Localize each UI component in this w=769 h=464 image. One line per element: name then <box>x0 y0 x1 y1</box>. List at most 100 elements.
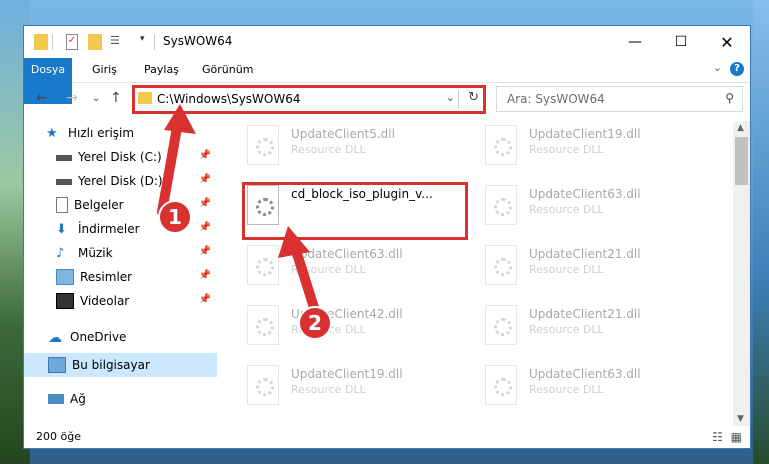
file-name: UpdateClient19.dll <box>529 127 641 141</box>
dll-file-icon <box>247 125 279 165</box>
sidebar-item-label: İndirmeler <box>78 222 140 236</box>
file-item[interactable]: UpdateClient63.dll Resource DLL <box>481 183 711 229</box>
vertical-scrollbar[interactable]: ▲ ▼ <box>733 121 750 426</box>
tab-share[interactable]: Paylaş <box>134 58 189 82</box>
drive-icon <box>56 179 72 185</box>
sidebar-item-pictures[interactable]: Resimler 📌 <box>24 265 217 289</box>
dll-file-icon <box>485 185 517 225</box>
recent-dropdown-icon[interactable]: ⌄ <box>92 93 100 104</box>
pin-icon: 📌 <box>198 222 211 233</box>
title-bar: ✓ ☰ ▾ SysWOW64 — ☐ ✕ <box>24 26 750 58</box>
desktop-background-right <box>753 0 769 464</box>
step1-badge: 1 <box>158 200 192 234</box>
search-icon: ⚲ <box>725 91 734 105</box>
gear-icon <box>256 378 274 396</box>
computer-icon <box>48 357 66 373</box>
music-icon: ♪ <box>56 246 65 261</box>
dll-file-icon <box>485 365 517 405</box>
sidebar-item-network[interactable]: Ağ <box>24 387 217 411</box>
scroll-up-icon[interactable]: ▲ <box>737 123 744 133</box>
file-type: Resource DLL <box>291 143 366 156</box>
sidebar-item-onedrive[interactable]: ☁ OneDrive <box>24 325 217 349</box>
file-type: Resource DLL <box>529 143 604 156</box>
properties-icon[interactable]: ✓ <box>66 34 78 50</box>
dll-file-icon <box>485 125 517 165</box>
file-type: Resource DLL <box>529 323 604 336</box>
sidebar-item-label: Resimler <box>80 270 133 284</box>
file-name: UpdateClient19.dll <box>291 367 403 381</box>
sidebar-item-quick-access[interactable]: ★ Hızlı erişim <box>24 121 239 145</box>
forward-arrow-icon[interactable]: → <box>66 90 78 106</box>
sidebar-item-videos[interactable]: Videolar 📌 <box>24 289 217 313</box>
scroll-down-icon[interactable]: ▼ <box>737 414 744 424</box>
file-item[interactable]: UpdateClient5.dll Resource DLL <box>243 123 473 169</box>
dll-file-icon <box>485 245 517 285</box>
new-folder-icon[interactable] <box>88 34 102 50</box>
pin-icon: 📌 <box>198 246 211 257</box>
details-view-icon[interactable]: ☷ <box>712 430 723 444</box>
video-icon <box>56 293 74 309</box>
up-arrow-icon[interactable]: ↑ <box>110 90 122 106</box>
scroll-thumb[interactable] <box>735 137 748 185</box>
tab-view[interactable]: Görünüm <box>192 58 263 82</box>
file-item[interactable]: UpdateClient19.dll Resource DLL <box>481 123 711 169</box>
gear-icon <box>494 198 512 216</box>
tab-home[interactable]: Giriş <box>82 58 127 82</box>
file-item[interactable]: UpdateClient21.dll Resource DLL <box>481 243 711 289</box>
separator <box>52 34 53 50</box>
ribbon-collapse-icon[interactable]: ⌄ <box>713 61 722 74</box>
pin-icon: 📌 <box>198 150 211 161</box>
cloud-icon: ☁ <box>48 330 62 346</box>
pin-icon: 📌 <box>198 198 211 209</box>
maximize-button[interactable]: ☐ <box>658 26 704 58</box>
download-icon: ⬇ <box>56 222 67 237</box>
minimize-button[interactable]: — <box>612 26 658 58</box>
file-item[interactable]: UpdateClient21.dll Resource DLL <box>481 303 711 349</box>
help-icon[interactable]: ? <box>730 62 744 76</box>
network-icon <box>48 394 64 404</box>
sidebar-item-label: Ağ <box>70 392 86 406</box>
file-name: UpdateClient5.dll <box>291 127 395 141</box>
sidebar-item-label: Videolar <box>80 294 130 308</box>
dll-file-icon <box>485 305 517 345</box>
drive-icon <box>56 155 72 161</box>
sidebar-item-label: Müzik <box>78 246 113 260</box>
gear-icon <box>494 378 512 396</box>
file-name: UpdateClient21.dll <box>529 247 641 261</box>
dll-file-icon <box>247 245 279 285</box>
pin-icon: 📌 <box>198 294 211 305</box>
document-icon <box>56 197 68 213</box>
file-type: Resource DLL <box>529 203 604 216</box>
close-button[interactable]: ✕ <box>704 26 750 58</box>
item-count: 200 öğe <box>36 430 81 443</box>
back-arrow-icon[interactable]: ← <box>36 90 48 106</box>
search-placeholder: Ara: SysWOW64 <box>507 92 605 106</box>
pictures-icon <box>56 269 74 285</box>
separator <box>154 34 155 50</box>
file-name: UpdateClient63.dll <box>529 187 641 201</box>
star-icon: ★ <box>46 126 58 141</box>
file-type: Resource DLL <box>529 263 604 276</box>
gear-icon <box>256 138 274 156</box>
customize-icon[interactable]: ☰ <box>110 34 126 50</box>
gear-icon <box>256 318 274 336</box>
ribbon: Dosya Giriş Paylaş Görünüm ⌄ ? <box>24 58 750 104</box>
large-icons-view-icon[interactable]: ▦ <box>731 430 742 444</box>
view-toggle[interactable]: ☷ ▦ <box>712 430 742 444</box>
file-item[interactable]: UpdateClient19.dll Resource DLL <box>243 363 473 409</box>
sidebar-item-label: Bu bilgisayar <box>72 358 150 372</box>
gear-icon <box>494 138 512 156</box>
sidebar-item-label: Hızlı erişim <box>68 126 135 140</box>
file-type: Resource DLL <box>529 383 604 396</box>
pin-icon: 📌 <box>198 174 211 185</box>
gear-icon <box>494 258 512 276</box>
pin-icon: 📌 <box>198 270 211 281</box>
sidebar-item-this-pc[interactable]: Bu bilgisayar <box>24 353 217 377</box>
sidebar-item-label: OneDrive <box>70 330 127 344</box>
sidebar-item-music[interactable]: ♪ Müzik 📌 <box>24 241 217 265</box>
search-box[interactable]: Ara: SysWOW64 ⚲ <box>496 86 743 112</box>
file-item[interactable]: UpdateClient63.dll Resource DLL <box>481 363 711 409</box>
file-name: UpdateClient63.dll <box>529 367 641 381</box>
quick-access-dropdown-icon[interactable]: ▾ <box>140 34 145 50</box>
window-title: SysWOW64 <box>163 34 233 48</box>
